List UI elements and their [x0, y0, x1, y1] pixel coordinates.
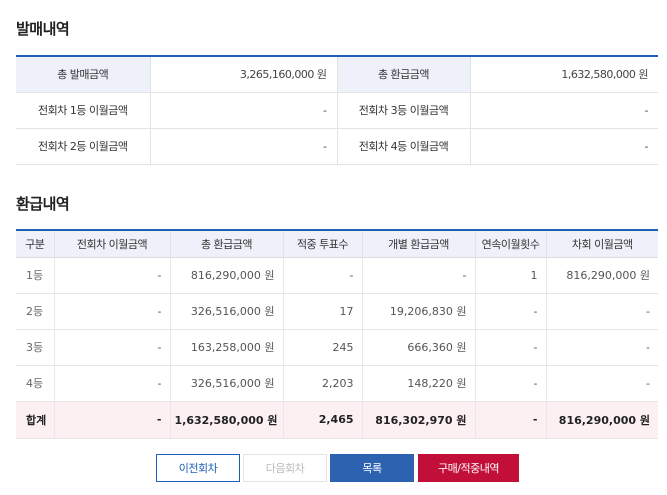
- refund-section-title: 환급내역: [16, 195, 70, 213]
- carryover-3rd-value: -: [470, 92, 658, 129]
- total-refund-value: 1,632,580,000 원: [470, 56, 658, 93]
- cell-rank: 2등: [16, 293, 55, 330]
- cell-consecutive-carryover: -: [475, 329, 547, 366]
- total-row: 합계 - 1,632,580,000 원 2,465 816,302,970 원…: [16, 401, 658, 439]
- sales-row: 전회차 2등 이월금액 - 전회차 4등 이월금액 -: [16, 128, 658, 165]
- total-label: 합계: [16, 401, 55, 439]
- cell-individual-refund: 148,220 원: [362, 365, 476, 402]
- carryover-4th-value: -: [470, 128, 658, 165]
- cell-total-refund: 326,516,000 원: [170, 293, 284, 330]
- cell-rank: 1등: [16, 257, 55, 294]
- cell-prev-carryover: -: [54, 257, 171, 294]
- cell-rank: 4등: [16, 365, 55, 402]
- cell-individual-refund: 19,206,830 원: [362, 293, 476, 330]
- cell-prev-carryover: -: [54, 365, 171, 402]
- carryover-4th-label: 전회차 4등 이월금액: [336, 128, 471, 165]
- carryover-1st-label: 전회차 1등 이월금액: [16, 92, 151, 129]
- refund-header-row: 구분 전회차 이월금액 총 환급금액 적중 투표수 개별 환급금액 연속이월횟수…: [16, 230, 658, 258]
- col-header-total-refund: 총 환급금액: [170, 230, 284, 258]
- carryover-1st-value: -: [150, 92, 337, 129]
- refund-table: 구분 전회차 이월금액 총 환급금액 적중 투표수 개별 환급금액 연속이월횟수…: [16, 229, 658, 439]
- list-button[interactable]: 목록: [330, 454, 414, 482]
- col-header-individual-refund: 개별 환급금액: [362, 230, 476, 258]
- purchase-history-button[interactable]: 구매/적중내역: [418, 454, 519, 482]
- col-header-winning-votes: 적중 투표수: [283, 230, 363, 258]
- cell-winning-votes: 2,203: [283, 365, 363, 402]
- col-header-consecutive-carryover: 연속이월횟수: [475, 230, 547, 258]
- cell-prev-carryover: -: [54, 293, 171, 330]
- cell-next-carryover: 816,290,000 원: [546, 257, 658, 294]
- cell-individual-refund: 666,360 원: [362, 329, 476, 366]
- next-round-button[interactable]: 다음회차: [243, 454, 327, 482]
- cell-total-refund: 816,290,000 원: [170, 257, 284, 294]
- sales-section-title: 발매내역: [16, 20, 70, 38]
- cell-prev-carryover: -: [54, 329, 171, 366]
- total-sales-label: 총 발매금액: [16, 56, 151, 93]
- total-individual-refund: 816,302,970 원: [362, 401, 476, 439]
- col-header-next-carryover: 차회 이월금액: [546, 230, 658, 258]
- cell-consecutive-carryover: -: [475, 293, 547, 330]
- cell-rank: 3등: [16, 329, 55, 366]
- table-row: 1등 - 816,290,000 원 - - 1 816,290,000 원: [16, 257, 658, 294]
- col-header-rank: 구분: [16, 230, 55, 258]
- cell-winning-votes: 17: [283, 293, 363, 330]
- table-row: 2등 - 326,516,000 원 17 19,206,830 원 - -: [16, 293, 658, 330]
- total-consecutive-carryover: -: [475, 401, 547, 439]
- sales-row: 총 발매금액 3,265,160,000 원 총 환급금액 1,632,580,…: [16, 56, 658, 93]
- total-next-carryover: 816,290,000 원: [546, 401, 658, 439]
- total-refund-label: 총 환급금액: [336, 56, 471, 93]
- total-refund-sum: 1,632,580,000 원: [170, 401, 284, 439]
- cell-winning-votes: 245: [283, 329, 363, 366]
- carryover-2nd-label: 전회차 2등 이월금액: [16, 128, 151, 165]
- cell-consecutive-carryover: -: [475, 365, 547, 402]
- table-row: 4등 - 326,516,000 원 2,203 148,220 원 - -: [16, 365, 658, 402]
- cell-consecutive-carryover: 1: [475, 257, 547, 294]
- cell-individual-refund: -: [362, 257, 476, 294]
- total-sales-value: 3,265,160,000 원: [150, 56, 337, 93]
- cell-total-refund: 326,516,000 원: [170, 365, 284, 402]
- cell-next-carryover: -: [546, 293, 658, 330]
- table-row: 3등 - 163,258,000 원 245 666,360 원 - -: [16, 329, 658, 366]
- cell-next-carryover: -: [546, 329, 658, 366]
- cell-next-carryover: -: [546, 365, 658, 402]
- previous-round-button[interactable]: 이전회차: [156, 454, 240, 482]
- cell-total-refund: 163,258,000 원: [170, 329, 284, 366]
- sales-table: 총 발매금액 3,265,160,000 원 총 환급금액 1,632,580,…: [16, 55, 658, 165]
- sales-row: 전회차 1등 이월금액 - 전회차 3등 이월금액 -: [16, 92, 658, 129]
- cell-winning-votes: -: [283, 257, 363, 294]
- total-prev-carryover: -: [54, 401, 171, 439]
- col-header-prev-carryover: 전회차 이월금액: [54, 230, 171, 258]
- carryover-3rd-label: 전회차 3등 이월금액: [336, 92, 471, 129]
- carryover-2nd-value: -: [150, 128, 337, 165]
- total-winning-votes: 2,465: [283, 401, 363, 439]
